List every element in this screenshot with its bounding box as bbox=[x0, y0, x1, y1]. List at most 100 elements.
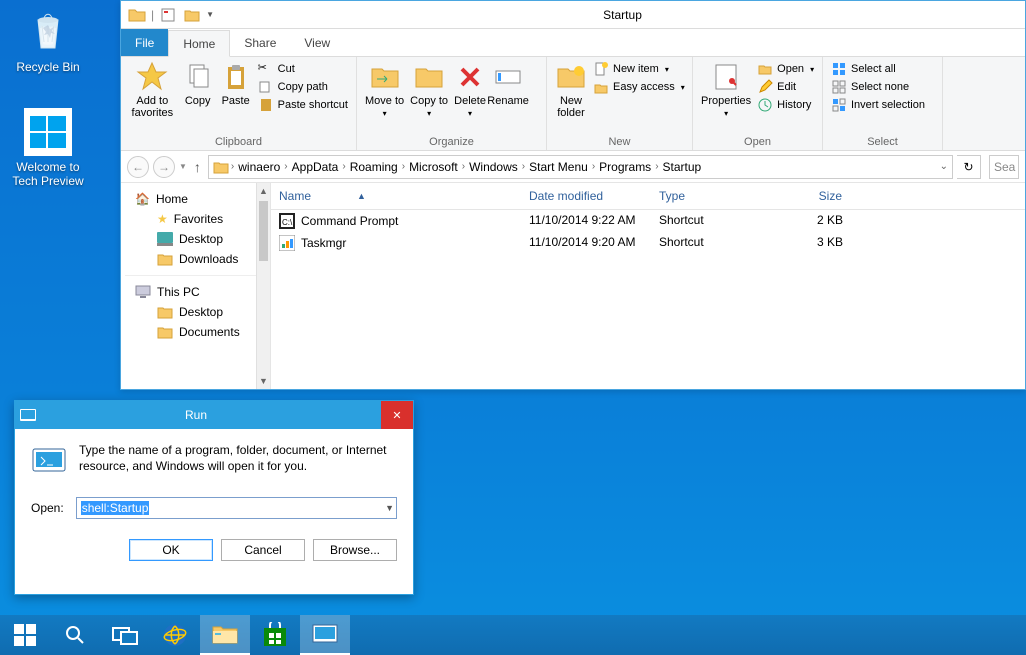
move-to-button[interactable]: Move to▾ bbox=[365, 61, 404, 118]
chevron-down-icon[interactable]: ▼ bbox=[385, 503, 394, 513]
history-icon bbox=[757, 97, 773, 113]
taskbar-store[interactable] bbox=[250, 615, 300, 655]
folder-icon bbox=[213, 159, 229, 175]
properties-button[interactable]: Properties▾ bbox=[701, 61, 751, 118]
tab-view[interactable]: View bbox=[290, 29, 344, 56]
close-button[interactable]: ✕ bbox=[381, 401, 413, 429]
invert-selection-button[interactable]: Invert selection bbox=[831, 97, 925, 113]
open-icon bbox=[757, 61, 773, 77]
new-item-icon bbox=[593, 61, 609, 77]
cut-button[interactable]: ✂Cut bbox=[258, 61, 348, 77]
cancel-button[interactable]: Cancel bbox=[221, 539, 305, 561]
edit-button[interactable]: Edit bbox=[757, 79, 814, 95]
sort-asc-icon: ▲ bbox=[357, 191, 366, 201]
home-icon: 🏠 bbox=[135, 192, 150, 206]
open-label: Open: bbox=[31, 501, 64, 515]
nav-downloads[interactable]: Downloads bbox=[151, 249, 266, 269]
desktop-icon-label: Recycle Bin bbox=[8, 60, 88, 74]
address-bar[interactable]: › winaero› AppData› Roaming› Microsoft› … bbox=[208, 155, 953, 179]
ok-button[interactable]: OK bbox=[129, 539, 213, 561]
nav-pc-desktop[interactable]: Desktop bbox=[151, 302, 266, 322]
desktop-icon-recycle-bin[interactable]: Recycle Bin bbox=[8, 8, 88, 74]
select-all-button[interactable]: Select all bbox=[831, 61, 925, 77]
copy-to-button[interactable]: Copy to▾ bbox=[410, 61, 448, 118]
folder-icon bbox=[157, 252, 173, 266]
nav-desktop[interactable]: Desktop bbox=[151, 229, 266, 249]
new-item-button[interactable]: New item▾ bbox=[593, 61, 685, 77]
list-item[interactable]: Taskmgr 11/10/2014 9:20 AM Shortcut 3 KB bbox=[271, 232, 1025, 254]
search-button[interactable] bbox=[50, 615, 100, 655]
taskbar-ie[interactable] bbox=[150, 615, 200, 655]
up-button[interactable]: ↑ bbox=[194, 159, 201, 175]
search-input[interactable]: Sea bbox=[989, 155, 1019, 179]
edit-icon bbox=[757, 79, 773, 95]
run-icon bbox=[31, 443, 67, 479]
desktop-icon-welcome[interactable]: Welcome to Tech Preview bbox=[8, 108, 88, 188]
nav-pane: 🏠Home ★Favorites Desktop Downloads This … bbox=[121, 183, 271, 389]
rename-icon bbox=[492, 61, 524, 93]
col-date[interactable]: Date modified bbox=[521, 183, 651, 209]
window-title: Startup bbox=[220, 8, 1025, 22]
windows-logo-icon bbox=[24, 108, 72, 156]
nav-home[interactable]: 🏠Home bbox=[125, 189, 266, 209]
run-icon bbox=[15, 407, 41, 423]
paste-shortcut-button[interactable]: Paste shortcut bbox=[258, 97, 348, 113]
nav-this-pc[interactable]: This PC bbox=[125, 282, 266, 302]
pc-icon bbox=[135, 285, 151, 299]
refresh-button[interactable]: ↻ bbox=[957, 155, 981, 179]
nav-scrollbar[interactable]: ▲▼ bbox=[256, 183, 270, 389]
shortcut-icon: C:\ bbox=[279, 213, 295, 229]
delete-button[interactable]: Delete▾ bbox=[454, 61, 486, 118]
open-combobox[interactable]: shell:Startup ▼ bbox=[76, 497, 397, 519]
new-folder-icon bbox=[555, 61, 587, 93]
back-button[interactable]: ← bbox=[127, 156, 149, 178]
select-none-button[interactable]: Select none bbox=[831, 79, 925, 95]
scissors-icon: ✂ bbox=[258, 61, 274, 77]
rename-button[interactable]: Rename bbox=[492, 61, 524, 107]
delete-icon bbox=[454, 61, 486, 93]
tab-home[interactable]: Home bbox=[168, 30, 230, 57]
copy-path-icon bbox=[258, 79, 274, 95]
svg-text:C:\: C:\ bbox=[282, 218, 293, 227]
forward-button[interactable]: → bbox=[153, 156, 175, 178]
open-button[interactable]: Open▾ bbox=[757, 61, 814, 77]
taskbar-run[interactable] bbox=[300, 615, 350, 655]
chevron-down-icon[interactable]: ⌄ bbox=[940, 161, 948, 172]
move-to-icon bbox=[369, 61, 401, 93]
properties-icon bbox=[710, 61, 742, 93]
folder-icon bbox=[127, 5, 147, 25]
col-name[interactable]: Name▲ bbox=[271, 183, 521, 209]
col-type[interactable]: Type bbox=[651, 183, 771, 209]
easy-access-icon bbox=[593, 79, 609, 95]
start-button[interactable] bbox=[0, 615, 50, 655]
taskbar-explorer[interactable] bbox=[200, 615, 250, 655]
col-size[interactable]: Size bbox=[771, 183, 851, 209]
history-button[interactable]: History bbox=[757, 97, 814, 113]
browse-button[interactable]: Browse... bbox=[313, 539, 397, 561]
file-list: Name▲ Date modified Type Size C:\Command… bbox=[271, 183, 1025, 389]
run-titlebar[interactable]: Run ✕ bbox=[15, 401, 413, 429]
explorer-titlebar[interactable]: | ▼ Startup bbox=[121, 1, 1025, 29]
new-folder-icon[interactable] bbox=[182, 5, 202, 25]
task-view-button[interactable] bbox=[100, 615, 150, 655]
nav-pc-documents[interactable]: Documents bbox=[151, 322, 266, 342]
explorer-window: | ▼ Startup File Home Share View Add to … bbox=[120, 0, 1026, 390]
copy-path-button[interactable]: Copy path bbox=[258, 79, 348, 95]
properties-icon[interactable] bbox=[158, 5, 178, 25]
nav-favorites[interactable]: ★Favorites bbox=[151, 209, 266, 229]
add-to-favorites-button[interactable]: Add to favorites bbox=[129, 61, 176, 119]
copy-button[interactable]: Copy bbox=[182, 61, 214, 107]
shortcut-icon bbox=[279, 235, 295, 251]
copy-to-icon bbox=[413, 61, 445, 93]
list-item[interactable]: C:\Command Prompt 11/10/2014 9:22 AM Sho… bbox=[271, 210, 1025, 232]
tab-file[interactable]: File bbox=[121, 29, 168, 56]
tab-share[interactable]: Share bbox=[230, 29, 290, 56]
new-folder-button[interactable]: New folder bbox=[555, 61, 587, 119]
folder-icon bbox=[157, 325, 173, 339]
star-icon: ★ bbox=[157, 212, 168, 226]
easy-access-button[interactable]: Easy access▾ bbox=[593, 79, 685, 95]
taskbar bbox=[0, 615, 1026, 655]
paste-button[interactable]: Paste bbox=[220, 61, 252, 107]
desktop-icon bbox=[157, 232, 173, 246]
paste-icon bbox=[220, 61, 252, 93]
